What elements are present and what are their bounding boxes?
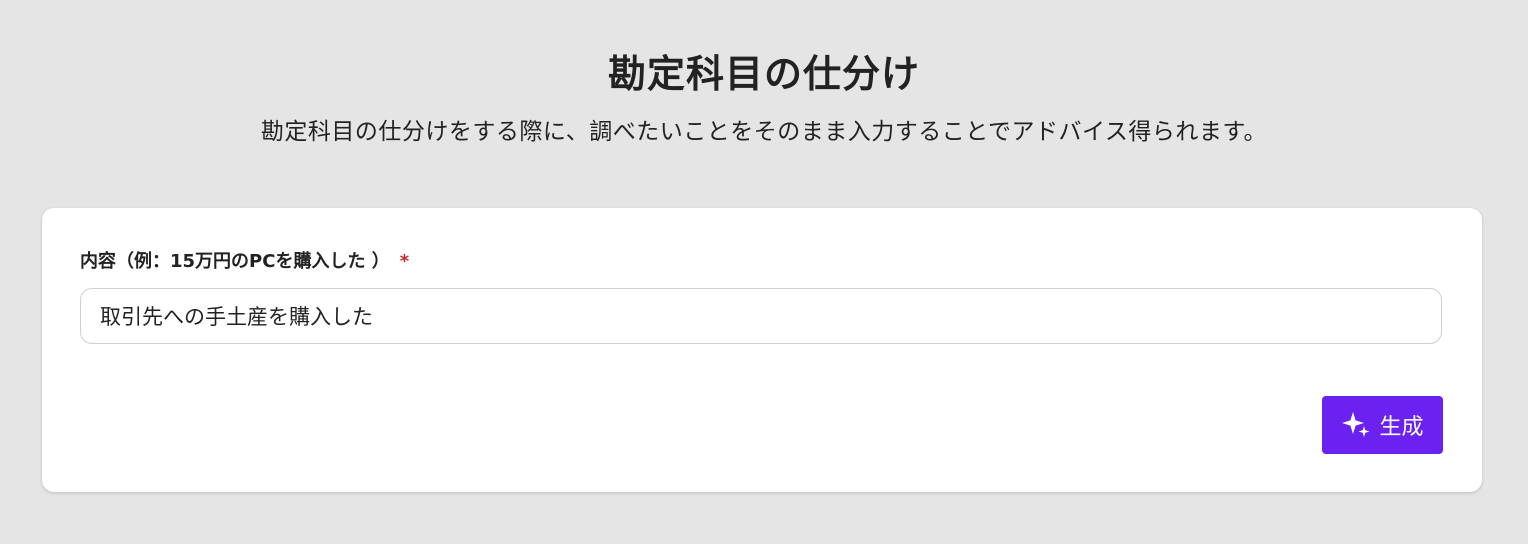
generate-button-label: 生成 (1379, 415, 1424, 440)
content-label-text: 内容（例：15万円のPCを購入した ） (80, 251, 390, 272)
sparkle-icon (1341, 410, 1371, 440)
required-mark: * (399, 251, 410, 272)
content-field-label: 内容（例：15万円のPCを購入した ） * (80, 248, 409, 276)
form-card: 内容（例：15万円のPCを購入した ） * 生成 (42, 208, 1482, 492)
content-input[interactable] (80, 288, 1442, 344)
page-title: 勘定科目の仕分け (607, 52, 920, 96)
generate-button[interactable]: 生成 (1322, 396, 1443, 454)
page-subtitle: 勘定科目の仕分けをする際に、調べたいことをそのまま入力することでアドバイス得られ… (260, 119, 1268, 145)
